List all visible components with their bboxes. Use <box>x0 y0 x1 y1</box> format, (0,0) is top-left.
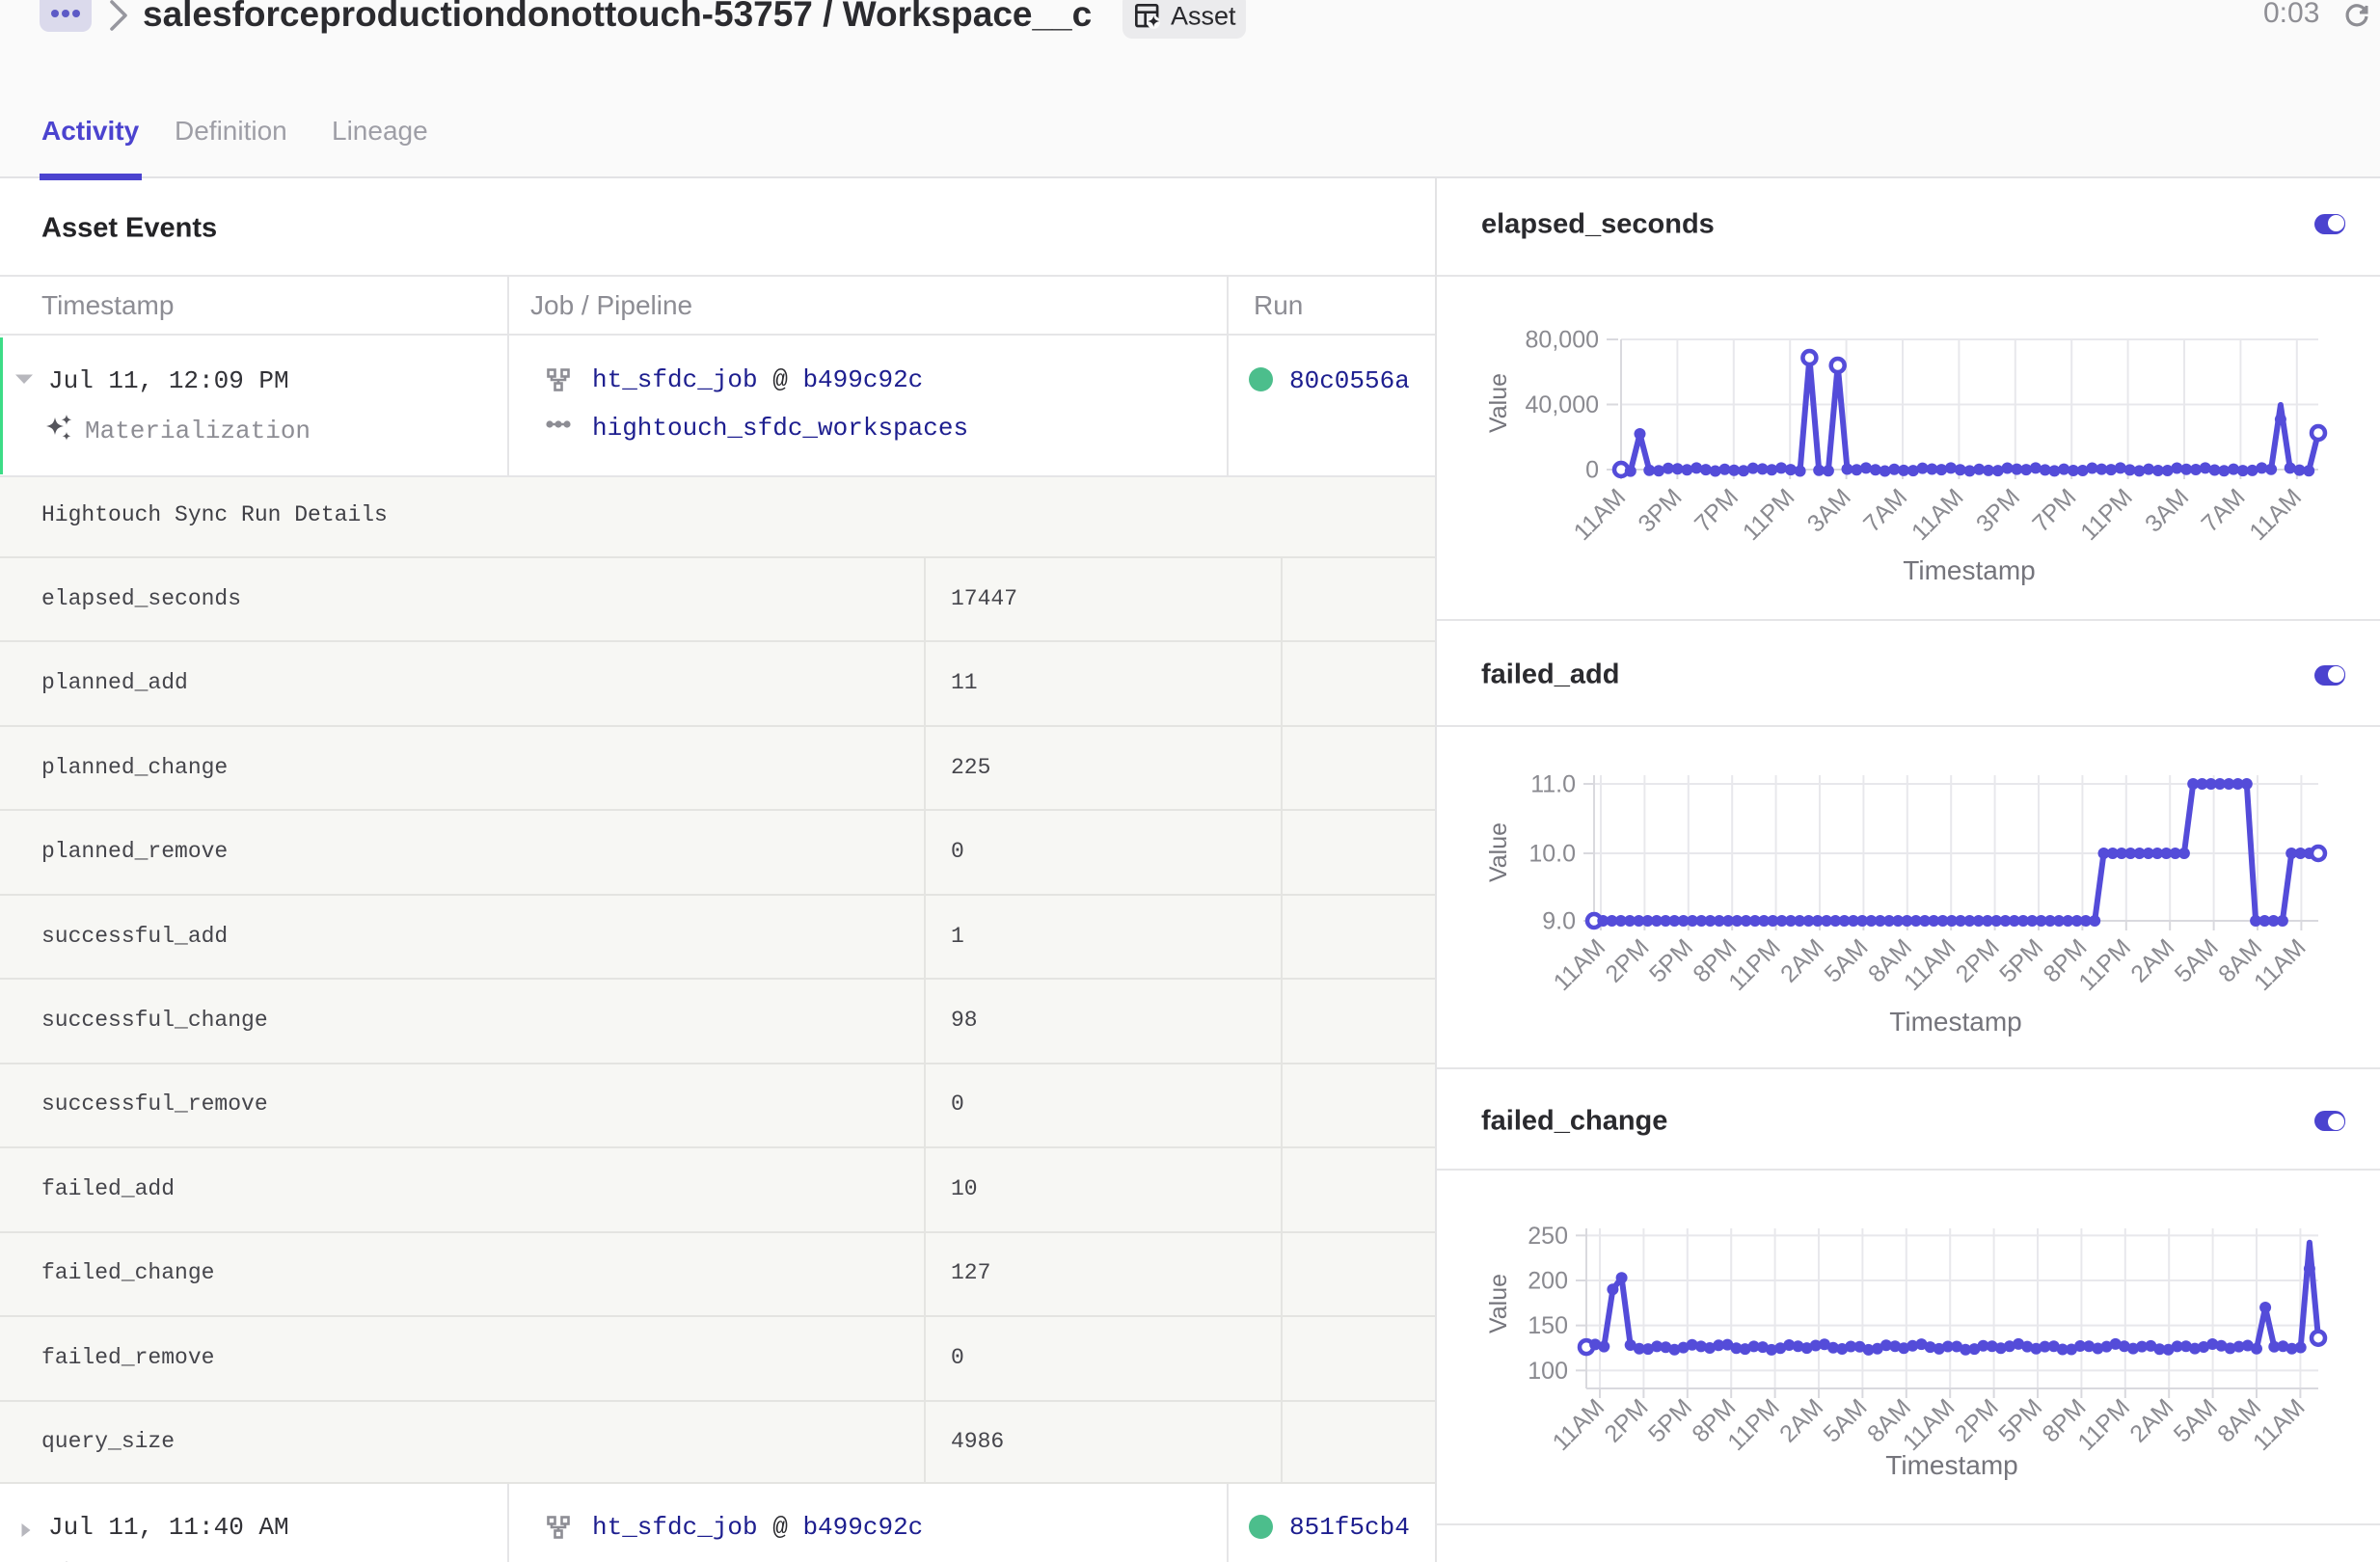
svg-text:0: 0 <box>1585 457 1599 484</box>
svg-text:11PM: 11PM <box>1722 1393 1785 1456</box>
svg-text:2PM: 2PM <box>1950 1393 2004 1447</box>
svg-text:11AM: 11AM <box>1549 933 1611 996</box>
svg-text:11AM: 11AM <box>2248 1393 2311 1456</box>
svg-text:7AM: 7AM <box>2196 483 2250 537</box>
svg-text:5PM: 5PM <box>1993 1393 2047 1447</box>
svg-text:Timestamp: Timestamp <box>1885 1450 2017 1480</box>
svg-text:11PM: 11PM <box>2075 483 2138 546</box>
svg-text:3PM: 3PM <box>1971 483 2025 537</box>
svg-text:250: 250 <box>1528 1223 1568 1250</box>
svg-text:5AM: 5AM <box>1818 1393 1872 1447</box>
svg-text:10.0: 10.0 <box>1528 841 1576 868</box>
svg-text:7PM: 7PM <box>1690 483 1744 537</box>
svg-text:Timestamp: Timestamp <box>1903 555 2035 585</box>
svg-text:11PM: 11PM <box>1723 933 1786 996</box>
svg-text:5PM: 5PM <box>1643 1393 1697 1447</box>
svg-text:2AM: 2AM <box>2125 933 2179 987</box>
svg-text:3PM: 3PM <box>1633 483 1687 537</box>
svg-text:11AM: 11AM <box>1907 483 1969 546</box>
svg-text:9.0: 9.0 <box>1542 908 1576 935</box>
svg-text:11.0: 11.0 <box>1530 771 1576 798</box>
svg-text:Timestamp: Timestamp <box>1889 1007 2021 1037</box>
svg-text:11PM: 11PM <box>2072 1393 2135 1456</box>
svg-text:Value: Value <box>1485 1274 1512 1333</box>
svg-text:5PM: 5PM <box>1994 933 2048 987</box>
svg-text:11AM: 11AM <box>1569 483 1632 546</box>
svg-text:2PM: 2PM <box>1951 933 2005 987</box>
svg-text:100: 100 <box>1528 1358 1568 1385</box>
svg-text:11PM: 11PM <box>1738 483 1800 546</box>
svg-text:11AM: 11AM <box>1899 933 1961 996</box>
svg-text:2PM: 2PM <box>1600 933 1654 987</box>
svg-text:11AM: 11AM <box>1898 1393 1961 1456</box>
svg-text:11PM: 11PM <box>2073 933 2136 996</box>
svg-text:Value: Value <box>1485 822 1512 882</box>
svg-text:200: 200 <box>1528 1268 1568 1295</box>
svg-text:7AM: 7AM <box>1858 483 1912 537</box>
svg-text:3AM: 3AM <box>2140 483 2194 537</box>
svg-text:11AM: 11AM <box>2249 933 2312 996</box>
svg-text:5AM: 5AM <box>1819 933 1873 987</box>
svg-text:2AM: 2AM <box>1774 1393 1828 1447</box>
svg-text:40,000: 40,000 <box>1526 391 1599 418</box>
svg-text:11AM: 11AM <box>1548 1393 1610 1456</box>
svg-text:80,000: 80,000 <box>1526 327 1599 354</box>
svg-text:2PM: 2PM <box>1599 1393 1653 1447</box>
svg-text:5AM: 5AM <box>2170 933 2224 987</box>
svg-text:5PM: 5PM <box>1644 933 1698 987</box>
svg-text:2AM: 2AM <box>1775 933 1829 987</box>
svg-text:7PM: 7PM <box>2027 483 2081 537</box>
svg-text:Value: Value <box>1485 373 1512 433</box>
svg-text:3AM: 3AM <box>1802 483 1856 537</box>
svg-text:2AM: 2AM <box>2124 1393 2178 1447</box>
svg-text:150: 150 <box>1528 1312 1568 1339</box>
svg-text:5AM: 5AM <box>2169 1393 2223 1447</box>
svg-text:11AM: 11AM <box>2244 483 2307 546</box>
